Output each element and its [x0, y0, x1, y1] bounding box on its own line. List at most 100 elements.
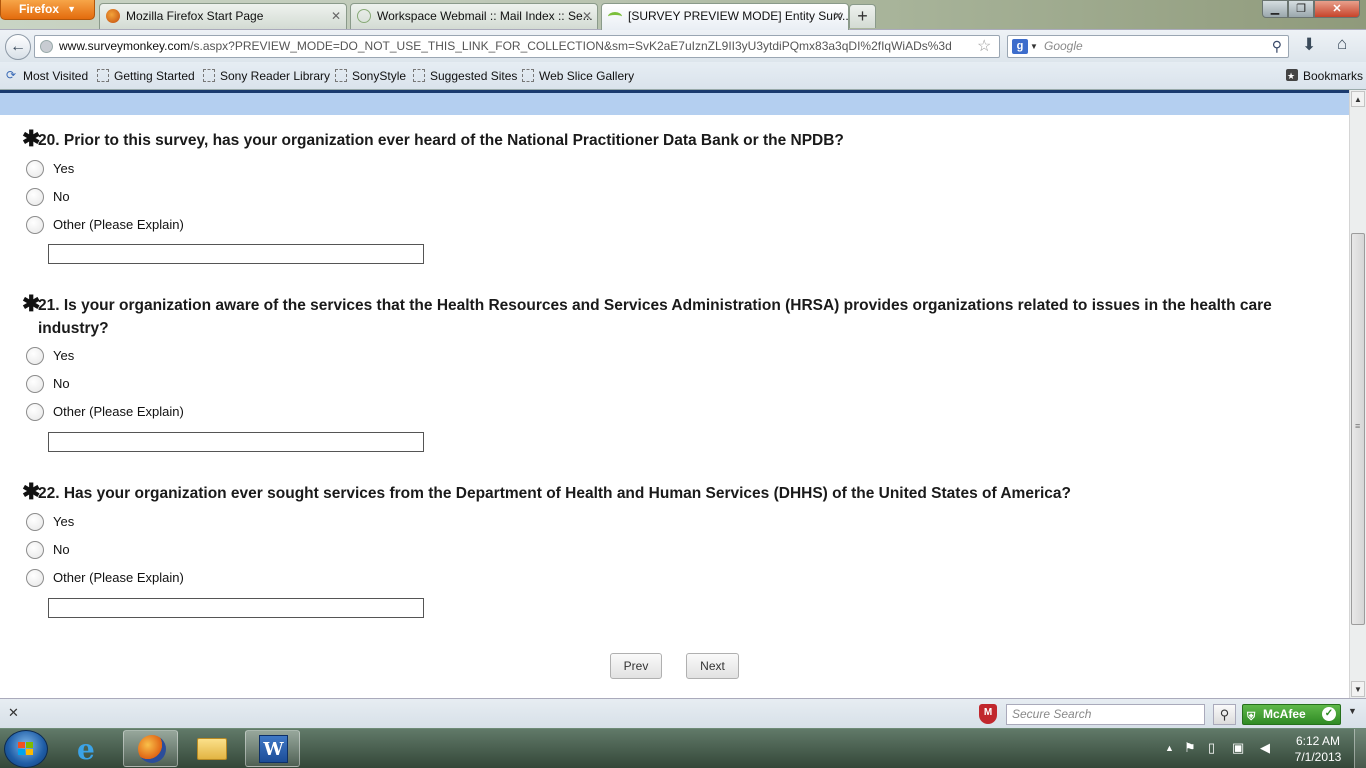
- most-visited-icon: ⟳: [6, 68, 17, 82]
- option-label: Other (Please Explain): [53, 404, 184, 419]
- device-icon[interactable]: ▯: [1208, 740, 1215, 756]
- bookmark-label: Sony Reader Library: [220, 69, 331, 83]
- back-button[interactable]: ←: [5, 34, 31, 60]
- bookmark-star-icon[interactable]: ☆: [977, 36, 991, 57]
- close-tab-icon[interactable]: ✕: [331, 4, 341, 28]
- radio-button[interactable]: [26, 216, 44, 234]
- bookmark-label: Most Visited: [23, 69, 89, 83]
- secure-search-button[interactable]: ⚲: [1213, 704, 1236, 725]
- show-hidden-icons-icon[interactable]: ▲: [1165, 743, 1174, 753]
- clock-date: 7/1/2013: [1294, 750, 1342, 764]
- mcafee-logo-icon: ⛨: [1247, 711, 1256, 723]
- maximize-window-button[interactable]: ❐: [1288, 0, 1314, 18]
- other-explain-input[interactable]: [48, 432, 424, 452]
- bookmark-suggested-sites[interactable]: Suggested Sites: [411, 68, 517, 84]
- google-engine-icon[interactable]: g: [1012, 39, 1028, 54]
- radio-button[interactable]: [26, 569, 44, 587]
- url-history-dropdown-icon[interactable]: ▼: [998, 36, 999, 57]
- minimize-window-button[interactable]: ▁: [1262, 0, 1288, 18]
- show-desktop-button[interactable]: [1354, 729, 1366, 768]
- url-bar[interactable]: www.surveymonkey.com/s.aspx?PREVIEW_MODE…: [34, 35, 1000, 58]
- action-center-flag-icon[interactable]: ⚑: [1184, 740, 1196, 756]
- volume-icon[interactable]: ◀: [1260, 740, 1270, 756]
- system-clock[interactable]: 6:12 AM 7/1/2013: [1288, 733, 1348, 765]
- firefox-icon: [138, 735, 166, 763]
- scroll-up-arrow-icon[interactable]: ▲: [1351, 91, 1365, 107]
- bookmark-sonystyle[interactable]: SonyStyle: [333, 68, 406, 84]
- close-window-button[interactable]: ✕: [1314, 0, 1360, 18]
- bookmark-most-visited[interactable]: ⟳ Most Visited: [4, 68, 88, 84]
- bookmark-web-slice-gallery[interactable]: Web Slice Gallery: [520, 68, 634, 84]
- search-bar[interactable]: g ▼ Google ⚲: [1007, 35, 1289, 58]
- firefox-menu-button[interactable]: Firefox ▼: [0, 0, 95, 20]
- bookmarks-star-icon: [1286, 68, 1298, 84]
- other-explain-input[interactable]: [48, 244, 424, 264]
- chevron-down-icon[interactable]: ▼: [1348, 706, 1357, 716]
- prev-button[interactable]: Prev: [610, 653, 662, 679]
- radio-button[interactable]: [26, 347, 44, 365]
- question-title: 20. Prior to this survey, has your organ…: [38, 132, 844, 149]
- grip-icon: ≡: [1355, 421, 1361, 431]
- download-icon[interactable]: ⬇: [1302, 35, 1316, 55]
- option-label: Yes: [53, 161, 75, 176]
- bookmarks-toolbar: ⟳ Most Visited Getting Started Sony Read…: [0, 62, 1366, 90]
- bookmark-label: Web Slice Gallery: [539, 69, 635, 83]
- page-scrollbar[interactable]: ▲ ≡ ▼: [1349, 90, 1366, 698]
- other-explain-input[interactable]: [48, 598, 424, 618]
- taskbar-firefox[interactable]: [123, 730, 178, 767]
- taskbar-microsoft-word[interactable]: W: [245, 730, 300, 767]
- addon-bar: ✕ M Secure Search ⚲ ⛨ McAfee ✓ ▼: [0, 698, 1366, 728]
- radio-button[interactable]: [26, 188, 44, 206]
- bookmark-getting-started[interactable]: Getting Started: [95, 68, 195, 84]
- bookmark-label: Suggested Sites: [430, 69, 518, 83]
- close-tab-icon[interactable]: ✕: [833, 4, 843, 28]
- secure-search-input[interactable]: Secure Search: [1006, 704, 1205, 725]
- tab-firefox-start-page[interactable]: Mozilla Firefox Start Page ✕: [99, 3, 347, 29]
- bookmark-placeholder-icon: [97, 69, 109, 82]
- bookmark-label: Bookmarks: [1303, 69, 1364, 83]
- windows-taskbar: e W ▲ ⚑ ▯ ▣ ◀ 6:12 AM 7/1/2013: [0, 728, 1366, 768]
- new-tab-button[interactable]: +: [849, 4, 876, 28]
- tab-title: Workspace Webmail :: Mail Index :: Se...: [377, 9, 593, 23]
- taskbar-internet-explorer[interactable]: e: [62, 730, 117, 767]
- firefox-menu-label: Firefox: [19, 2, 60, 16]
- survey-header-band: [0, 90, 1349, 115]
- chevron-down-icon[interactable]: ▼: [1030, 36, 1038, 57]
- search-icon[interactable]: ⚲: [1272, 36, 1282, 57]
- chevron-down-icon: ▼: [67, 4, 76, 14]
- survey-page: ✱ 20. Prior to this survey, has your org…: [0, 90, 1349, 698]
- network-icon[interactable]: ▣: [1232, 740, 1244, 756]
- close-addon-bar-icon[interactable]: ✕: [8, 705, 19, 721]
- mcafee-shield-icon[interactable]: M: [979, 704, 997, 724]
- search-placeholder: Google: [1044, 39, 1083, 53]
- start-button[interactable]: [4, 730, 48, 768]
- radio-button[interactable]: [26, 403, 44, 421]
- site-identity-icon[interactable]: [40, 40, 53, 53]
- tab-title: Mozilla Firefox Start Page: [126, 9, 264, 23]
- radio-button[interactable]: [26, 541, 44, 559]
- scroll-down-arrow-icon[interactable]: ▼: [1351, 681, 1365, 697]
- scroll-thumb[interactable]: ≡: [1351, 233, 1365, 625]
- radio-button[interactable]: [26, 160, 44, 178]
- radio-button[interactable]: [26, 375, 44, 393]
- check-icon: ✓: [1322, 707, 1336, 721]
- option-label: Yes: [53, 348, 75, 363]
- mcafee-label: McAfee: [1263, 707, 1306, 721]
- home-icon[interactable]: ⌂: [1337, 34, 1347, 54]
- bookmark-placeholder-icon: [522, 69, 534, 82]
- word-icon: W: [259, 735, 288, 763]
- bookmark-placeholder-icon: [413, 69, 425, 82]
- mcafee-status-badge[interactable]: ⛨ McAfee ✓: [1242, 704, 1341, 725]
- system-tray: ▲ ⚑ ▯ ▣ ◀ 6:12 AM 7/1/2013: [1160, 729, 1366, 768]
- close-tab-icon[interactable]: ✕: [582, 4, 592, 28]
- bookmark-sony-reader-library[interactable]: Sony Reader Library: [201, 68, 330, 84]
- webmail-favicon-icon: [357, 9, 371, 23]
- radio-button[interactable]: [26, 513, 44, 531]
- tab-workspace-webmail[interactable]: Workspace Webmail :: Mail Index :: Se...…: [350, 3, 598, 29]
- bookmarks-menu-button[interactable]: Bookmarks: [1284, 68, 1363, 84]
- url-domain: www.surveymonkey.com: [59, 39, 191, 53]
- option-label: Other (Please Explain): [53, 217, 184, 232]
- next-button[interactable]: Next: [686, 653, 739, 679]
- taskbar-windows-explorer[interactable]: [184, 730, 239, 767]
- tab-survey-preview[interactable]: [SURVEY PREVIEW MODE] Entity Surv... ✕: [601, 3, 849, 30]
